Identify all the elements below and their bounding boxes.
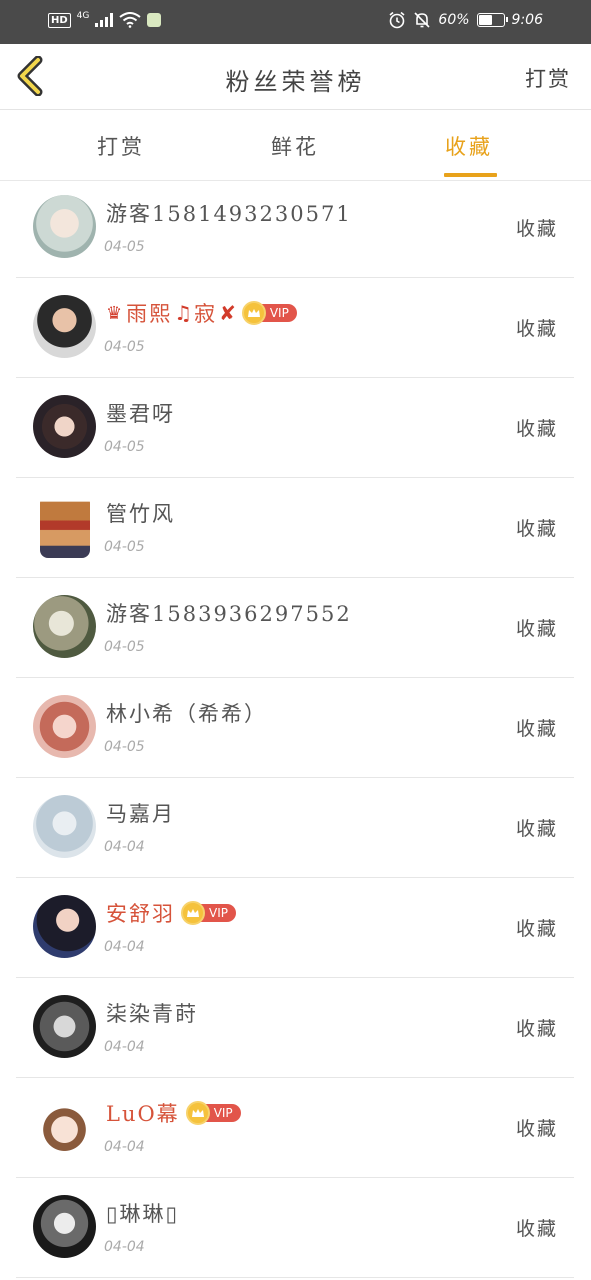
user-name: ▯琳琳▯ (106, 1202, 180, 1226)
vip-badge: VIP (181, 901, 236, 925)
list-item[interactable]: 管竹风 04-05 收藏 (16, 478, 574, 578)
crown-icon (241, 301, 266, 325)
avatar[interactable] (33, 1195, 96, 1258)
user-name: 游客1581493230571 (106, 202, 352, 226)
tab-bar: 打赏 鲜花 收藏 (0, 111, 591, 181)
battery-percent: 60% (438, 12, 470, 28)
date: 04-05 (104, 639, 145, 655)
date: 04-04 (104, 1239, 145, 1255)
active-tab-indicator (444, 173, 497, 177)
list-item[interactable]: 马嘉月 04-04 收藏 (16, 778, 574, 878)
user-name: 柒染青莳 (106, 1002, 198, 1026)
date: 04-05 (104, 239, 145, 255)
date: 04-05 (104, 539, 145, 555)
avatar[interactable] (33, 595, 96, 658)
tab-reward[interactable]: 打赏 (97, 131, 145, 161)
status-right: 60% 9:06 (388, 11, 543, 29)
list-item[interactable]: 游客1583936297552 04-05 收藏 (16, 578, 574, 678)
status-left: HD 4G (48, 11, 162, 28)
user-name: LuO幕 (106, 1102, 180, 1126)
favorite-label: 收藏 (515, 818, 558, 840)
favorite-label: 收藏 (515, 918, 558, 940)
network-type: 4G (76, 11, 90, 21)
list-item[interactable]: 柒染青莳 04-04 收藏 (16, 978, 574, 1078)
user-name: 墨君呀 (106, 402, 175, 426)
avatar[interactable] (33, 795, 96, 858)
user-name: 安舒羽 (106, 902, 175, 926)
list-item[interactable]: 安舒羽 VIP 04-04 收藏 (16, 878, 574, 978)
user-name: 游客1583936297552 (106, 602, 352, 626)
date: 04-04 (104, 1039, 145, 1055)
favorite-label: 收藏 (515, 318, 558, 340)
battery-icon (476, 13, 508, 27)
date: 04-04 (104, 1139, 145, 1155)
vip-badge: VIP (185, 1101, 241, 1125)
user-name: 马嘉月 (106, 802, 175, 826)
favorite-label: 收藏 (515, 718, 558, 740)
clock: 9:06 (511, 12, 543, 28)
page-title: 粉丝荣誉榜 (225, 68, 366, 96)
crown-glyph: ♛ (106, 302, 123, 324)
favorite-label: 收藏 (515, 1118, 558, 1140)
music-note-glyph: ♫ (174, 301, 193, 325)
crown-icon (181, 901, 205, 925)
favorite-label: 收藏 (515, 418, 558, 440)
list-item[interactable]: 游客1581493230571 04-05 收藏 (16, 178, 574, 278)
avatar[interactable] (33, 295, 96, 358)
avatar[interactable] (33, 995, 96, 1058)
user-name-rest: 寂 (194, 302, 218, 326)
tab-favorites[interactable]: 收藏 (445, 131, 493, 161)
alarm-icon (389, 11, 405, 29)
wifi-icon (119, 12, 141, 28)
list-item[interactable]: 林小希（希希） 04-05 收藏 (16, 678, 574, 778)
date: 04-04 (104, 839, 145, 855)
avatar[interactable] (33, 195, 96, 258)
favorite-label: 收藏 (515, 218, 558, 240)
list-item[interactable]: 墨君呀 04-05 收藏 (16, 378, 574, 478)
list-item[interactable]: ▯琳琳▯ 04-04 收藏 (16, 1178, 574, 1278)
favorite-label: 收藏 (515, 1218, 558, 1240)
favorite-label: 收藏 (515, 618, 558, 640)
vip-badge: VIP (241, 301, 297, 325)
hd-badge: HD (48, 12, 71, 28)
signal-icon (95, 13, 114, 27)
avatar[interactable] (33, 895, 96, 958)
date: 04-05 (104, 339, 145, 355)
user-name: 雨熙 (126, 302, 173, 326)
list-item[interactable]: LuO幕 VIP 04-04 收藏 (16, 1078, 574, 1178)
avatar[interactable] (33, 1095, 96, 1158)
favorite-label: 收藏 (515, 518, 558, 540)
status-bar: HD 4G 60% 9:06 (0, 0, 591, 44)
date: 04-05 (104, 739, 145, 755)
list-item[interactable]: ♛ 雨熙 ♫ 寂 ✘ VIP 04-05 收藏 (16, 278, 574, 378)
crown-icon (185, 1101, 210, 1125)
app-notification-icon (147, 13, 162, 27)
avatar[interactable] (33, 395, 96, 458)
avatar[interactable] (33, 695, 96, 758)
date: 04-05 (104, 439, 145, 455)
mute-bell-icon (414, 12, 430, 28)
user-name: 林小希（希希） (106, 702, 267, 726)
reward-button[interactable]: 打赏 (525, 63, 571, 93)
date: 04-04 (104, 939, 145, 955)
favorite-label: 收藏 (515, 1018, 558, 1040)
avatar[interactable] (40, 495, 90, 558)
tab-flowers[interactable]: 鲜花 (271, 131, 319, 161)
cross-glyph: ✘ (219, 301, 236, 325)
fan-list: 游客1581493230571 04-05 收藏 ♛ 雨熙 ♫ 寂 ✘ VIP … (16, 178, 574, 1278)
user-name: 管竹风 (106, 502, 175, 526)
navigation-header: 粉丝荣誉榜 打赏 (0, 44, 591, 110)
